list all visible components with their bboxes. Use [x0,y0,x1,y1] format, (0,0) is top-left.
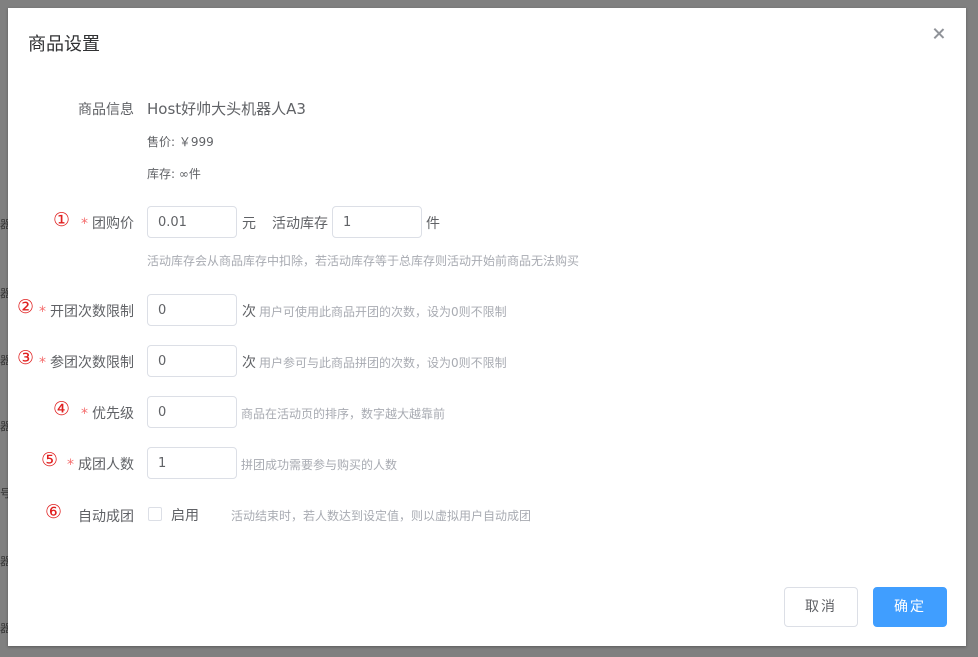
join-limit-label-text: 参团次数限制 [50,355,134,371]
group-size-label: * 成团人数 [0,454,134,474]
open-limit-hint: 用户可使用此商品开团的次数，设为0则不限制 [259,305,507,319]
group-size-label-text: 成团人数 [78,457,134,473]
product-price: 售价: ￥999 [147,135,214,149]
product-stock: 库存: ∞件 [147,167,201,181]
confirm-button[interactable]: 确定 [873,587,947,627]
join-limit-input[interactable] [147,345,237,377]
join-limit-label: * 参团次数限制 [0,352,134,372]
group-price-label: * 团购价 [0,213,134,233]
cancel-button[interactable]: 取消 [784,587,858,627]
group-size-hint: 拼团成功需要参与购买的人数 [241,458,398,472]
close-icon[interactable] [930,25,948,43]
open-limit-label-text: 开团次数限制 [50,304,134,320]
required-mark: * [81,216,88,232]
priority-input[interactable] [147,396,237,428]
required-mark: * [39,304,46,320]
required-mark: * [81,406,88,422]
group-price-unit: 元 [242,216,256,232]
priority-hint: 商品在活动页的排序，数字越大越靠前 [241,407,446,421]
activity-stock-input[interactable] [332,206,422,238]
product-info-label: 商品信息 [78,102,134,118]
group-size-input[interactable] [147,447,237,479]
auto-group-checkbox[interactable] [148,507,162,521]
auto-group-hint: 活动结束时，若人数达到设定值，则以虚拟用户自动成团 [231,509,532,523]
group-price-label-text: 团购价 [92,216,134,232]
required-mark: * [39,355,46,371]
auto-group-label: 自动成团 [78,509,134,525]
join-limit-unit: 次 [242,355,256,371]
activity-stock-unit: 件 [426,216,440,232]
auto-group-checkbox-label[interactable]: 启用 [171,505,199,525]
product-settings-dialog: 商品设置 商品信息 Host好帅大头机器人A3 售价: ￥999 库存: ∞件 … [8,8,966,646]
activity-stock-label: 活动库存 [272,216,328,232]
open-limit-label: * 开团次数限制 [0,301,134,321]
required-mark: * [67,457,74,473]
dialog-title: 商品设置 [28,34,100,55]
open-limit-input[interactable] [147,294,237,326]
priority-label: * 优先级 [0,403,134,423]
priority-label-text: 优先级 [92,406,134,422]
join-limit-hint: 用户参可与此商品拼团的次数，设为0则不限制 [259,356,507,370]
open-limit-unit: 次 [242,304,256,320]
group-price-input[interactable] [147,206,237,238]
product-name: Host好帅大头机器人A3 [147,100,306,118]
activity-stock-hint: 活动库存会从商品库存中扣除，若活动库存等于总库存则活动开始前商品无法购买 [147,254,580,268]
